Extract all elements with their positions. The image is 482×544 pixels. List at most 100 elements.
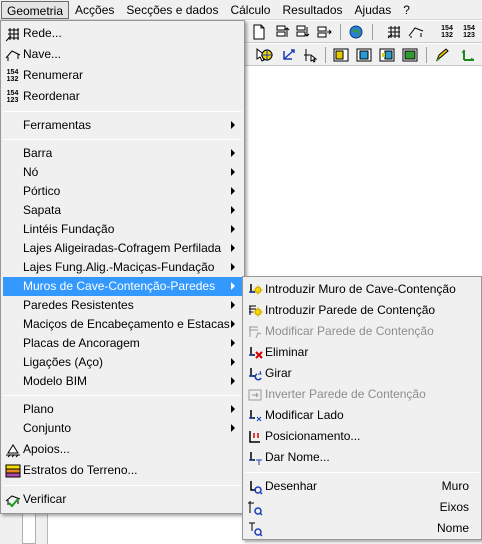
menu-item-ferramentas[interactable]: Ferramentas [3, 116, 242, 135]
submenu-item-modificar-lado[interactable]: Modificar Lado [245, 406, 479, 425]
menu-calculo[interactable]: Cálculo [224, 1, 276, 19]
submenu-arrow-icon [231, 320, 235, 328]
node-star-icon[interactable] [258, 46, 276, 64]
menu-seccoes-e-dados[interactable]: Secções e dados [120, 1, 224, 19]
menu-item-estratos-terreno[interactable]: Estratos do Terreno... [3, 461, 242, 480]
menu-item-reordenar[interactable]: 154 123 Reordenar [3, 87, 242, 106]
menu-item-verificar[interactable]: Verificar [3, 490, 242, 509]
draw-axes-icon [246, 499, 263, 516]
menu-item-muros-de-cave[interactable]: Muros de Cave-Contenção-Paredes [3, 277, 242, 296]
menu-separator [3, 111, 242, 112]
submenu-arrow-icon [231, 377, 235, 385]
menu-item-apoios[interactable]: Apoios... [3, 440, 242, 459]
submenu-item-introduzir-muro[interactable]: Introduzir Muro de Cave-Contenção [245, 280, 479, 299]
menu-accoes[interactable]: Acções [69, 1, 120, 19]
submenu-item-introduzir-parede[interactable]: Introduzir Parede de Contenção [245, 301, 479, 320]
menu-separator [245, 472, 479, 473]
menu-item-modelo-bim[interactable]: Modelo BIM [3, 372, 242, 391]
invert-icon [246, 386, 263, 403]
submenu-arrow-icon [231, 225, 235, 233]
retaining-wall-modify-icon [246, 323, 263, 340]
numbers-154-132-icon[interactable]: 154 132 [438, 23, 456, 41]
menu-item-macicos-encabecamento[interactable]: Maciços de Encabeçamento e Estacas [3, 315, 242, 334]
support-icon [4, 441, 21, 458]
muros-submenu: Introduzir Muro de Cave-Contenção Introd… [242, 276, 482, 540]
menu-ajudas[interactable]: Ajudas [349, 1, 398, 19]
menu-item-renumerar[interactable]: 154 132 Renumerar [3, 66, 242, 85]
menu-item-portico[interactable]: Pórtico [3, 182, 242, 201]
view-full-icon[interactable] [401, 46, 419, 64]
numbers-154-123-icon: 154 123 [6, 89, 19, 104]
submenu-arrow-icon [231, 149, 235, 157]
submenu-arrow-icon [231, 244, 235, 252]
submenu-item-girar[interactable]: Girar [245, 364, 479, 383]
menu-item-plano[interactable]: Plano [3, 400, 242, 419]
draw-wall-icon [246, 478, 263, 495]
menu-item-sapata[interactable]: Sapata [3, 201, 242, 220]
axes-icon[interactable] [460, 46, 478, 64]
roof-icon[interactable] [407, 23, 425, 41]
soil-strata-icon [4, 462, 21, 479]
pick-cursor-icon[interactable] [302, 46, 320, 64]
menu-item-conjunto[interactable]: Conjunto [3, 419, 242, 438]
submenu-item-dar-nome[interactable]: Dar Nome... [245, 448, 479, 467]
menu-item-no[interactable]: Nó [3, 163, 242, 182]
rotate-icon [246, 365, 263, 382]
menu-item-ligacoes-aco[interactable]: Ligações (Aço) [3, 353, 242, 372]
document-icon[interactable] [250, 23, 268, 41]
view-center-icon[interactable] [355, 46, 373, 64]
grid-icon[interactable] [385, 23, 403, 41]
menu-item-barra[interactable]: Barra [3, 144, 242, 163]
submenu-item-desenhar-eixos[interactable]: Eixos [245, 498, 479, 517]
draw-name-icon [246, 520, 263, 537]
submenu-arrow-icon [231, 358, 235, 366]
verify-icon [4, 491, 21, 508]
view-left-icon[interactable] [332, 46, 350, 64]
menu-item-rede[interactable]: Rede... [3, 24, 242, 43]
menu-item-paredes-resistentes[interactable]: Paredes Resistentes [3, 296, 242, 315]
menu-separator [3, 485, 242, 486]
grid-icon [4, 25, 21, 42]
submenu-arrow-icon [231, 206, 235, 214]
pencil-icon[interactable] [433, 46, 451, 64]
globe-icon[interactable] [347, 23, 365, 41]
menu-help[interactable]: ? [397, 1, 416, 19]
submenu-arrow-icon [231, 301, 235, 309]
positioning-icon [246, 428, 263, 445]
menu-resultados[interactable]: Resultados [276, 1, 348, 19]
submenu-arrow-icon [231, 187, 235, 195]
delete-icon [246, 344, 263, 361]
submenu-arrow-icon [231, 339, 235, 347]
wall-add-icon [246, 281, 263, 298]
submenu-item-desenhar-muro[interactable]: Desenhar Muro [245, 477, 479, 496]
roof-icon [4, 46, 21, 63]
name-icon [246, 449, 263, 466]
numbers-154-132-icon: 154 132 [6, 68, 19, 83]
menu-geometria[interactable]: Geometria [1, 0, 70, 19]
view-right-icon[interactable] [378, 46, 396, 64]
menu-item-nave[interactable]: Nave... [3, 45, 242, 64]
submenu-item-inverter-parede[interactable]: Inverter Parede de Contenção [245, 385, 479, 404]
submenu-item-modificar-parede[interactable]: Modificar Parede de Contenção [245, 322, 479, 341]
submenu-arrow-icon [231, 282, 235, 290]
retaining-wall-add-icon [246, 302, 263, 319]
numbers-154-123-icon[interactable]: 154 123 [460, 23, 478, 41]
geometria-menu: Rede... Nave... 154 132 Renumerar 154 123 … [0, 20, 245, 514]
move-arrows-icon[interactable] [280, 46, 298, 64]
submenu-item-desenhar-nome[interactable]: Nome [245, 519, 479, 538]
submenu-arrow-icon [231, 263, 235, 271]
menu-item-lajes-aligeiradas[interactable]: Lajes Aligeiradas-Cofragem Perfilada [3, 239, 242, 258]
stack-up-icon[interactable] [273, 23, 291, 41]
modify-side-icon [246, 407, 263, 424]
submenu-arrow-icon [231, 405, 235, 413]
menu-separator [3, 395, 242, 396]
stack-down-icon[interactable] [294, 23, 312, 41]
menu-separator [3, 139, 242, 140]
stack-move-icon[interactable] [315, 23, 333, 41]
menu-item-placas-ancoragem[interactable]: Placas de Ancoragem [3, 334, 242, 353]
menu-item-lajes-fungiformes[interactable]: Lajes Fung.Alig.-Maciças-Fundação [3, 258, 242, 277]
submenu-arrow-icon [231, 424, 235, 432]
menu-item-linteis-fundacao[interactable]: Lintéis Fundação [3, 220, 242, 239]
submenu-item-posicionamento[interactable]: Posicionamento... [245, 427, 479, 446]
submenu-item-eliminar[interactable]: Eliminar [245, 343, 479, 362]
